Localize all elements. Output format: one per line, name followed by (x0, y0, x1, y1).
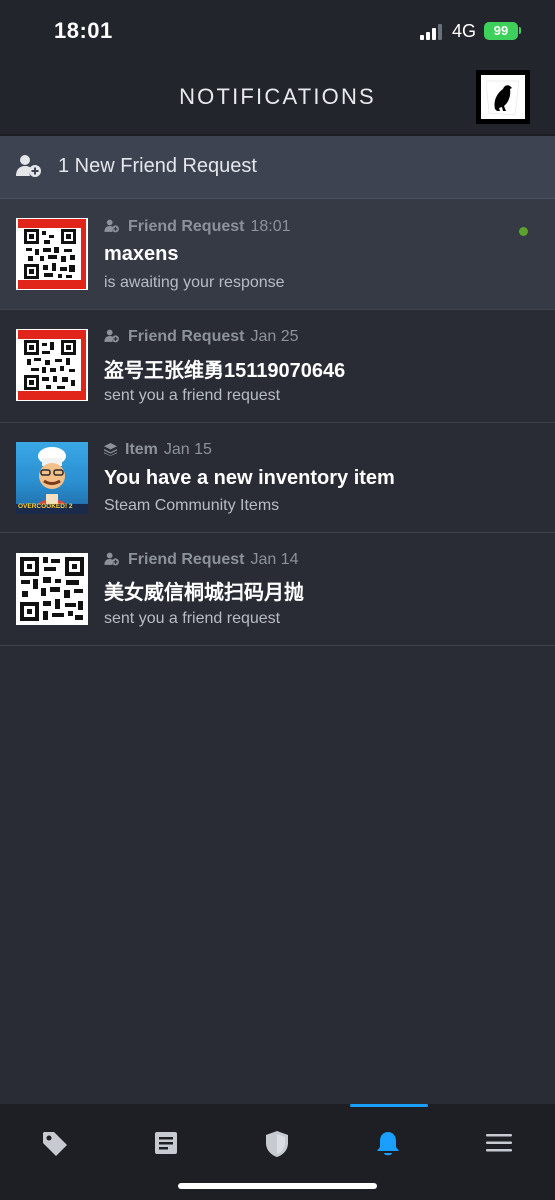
notification-type: Item (125, 441, 158, 458)
cellular-signal-icon (420, 24, 442, 40)
raven-avatar-icon (481, 75, 525, 119)
notification-title: 美女威信桐城扫码月抛 (104, 582, 304, 604)
friend-request-icon (104, 219, 119, 233)
app-header: NOTIFICATIONS (0, 62, 555, 136)
store-tag-icon (43, 1132, 67, 1156)
friend-request-icon (104, 329, 119, 343)
nav-menu[interactable] (444, 1120, 554, 1176)
notification-subtitle: Steam Community Items (104, 497, 280, 514)
notification-item[interactable]: Friend Request 18:01 maxens is awaiting y… (0, 199, 555, 310)
active-tab-indicator (350, 1104, 428, 1107)
notification-time: Jan 25 (250, 328, 299, 345)
battery-icon (519, 27, 521, 34)
nav-news[interactable] (111, 1120, 221, 1176)
nav-notifications[interactable] (333, 1120, 443, 1176)
notification-type: Friend Request (128, 328, 245, 345)
notification-subtitle: is awaiting your response (104, 274, 285, 291)
avatar[interactable] (476, 70, 530, 124)
battery-level: 99 (484, 22, 518, 40)
qr-code-icon (24, 340, 76, 390)
news-icon (155, 1132, 177, 1154)
notification-item[interactable]: Friend Request Jan 14 美女威信桐城扫码月抛 sent you… (0, 533, 555, 646)
notification-title: 盗号王张维勇15119070646 (104, 360, 346, 382)
notification-title: You have a new inventory item (104, 467, 395, 489)
friend-request-icon (104, 552, 119, 566)
add-friend-icon (16, 155, 41, 177)
notifications-bell-icon (377, 1132, 399, 1156)
qr-code-thumbnail (16, 553, 88, 625)
home-indicator (178, 1183, 377, 1189)
qr-code-thumbnail (16, 329, 88, 401)
menu-icon (486, 1134, 512, 1152)
steam-guard-shield-icon (266, 1131, 288, 1157)
notification-meta: Friend Request Jan 25 (104, 328, 299, 346)
qr-code-icon (20, 557, 84, 621)
friend-request-summary[interactable]: 1 New Friend Request (0, 136, 555, 199)
status-bar: 18:01 4G 99 (0, 0, 555, 62)
notification-title: maxens (104, 243, 179, 265)
item-stack-icon (104, 443, 117, 456)
notification-time: Jan 14 (250, 551, 299, 568)
unread-indicator (519, 227, 528, 236)
qr-code-icon (24, 229, 76, 279)
game-logo-text: OVERCOOKED! 2 (18, 503, 73, 510)
notification-subtitle: sent you a friend request (104, 387, 281, 404)
notification-meta: Friend Request 18:01 (104, 218, 291, 236)
notification-type: Friend Request (128, 551, 245, 568)
status-time: 18:01 (54, 18, 113, 43)
notification-item[interactable]: OVERCOOKED! 2 Item Jan 15 You have a new … (0, 423, 555, 533)
nav-store[interactable] (0, 1120, 110, 1176)
network-type: 4G (452, 21, 477, 41)
notification-subtitle: sent you a friend request (104, 610, 281, 627)
summary-text: 1 New Friend Request (58, 155, 257, 177)
qr-code-thumbnail (16, 218, 88, 290)
notification-meta: Friend Request Jan 14 (104, 551, 299, 569)
notification-type: Friend Request (128, 218, 245, 235)
notification-time: Jan 15 (163, 441, 212, 458)
notification-meta: Item Jan 15 (104, 441, 212, 459)
page-title: NOTIFICATIONS (179, 84, 376, 109)
inventory-item-thumbnail: OVERCOOKED! 2 (16, 442, 88, 514)
nav-steam-guard[interactable] (222, 1120, 332, 1176)
notification-time: 18:01 (250, 218, 291, 235)
notification-item[interactable]: Friend Request Jan 25 盗号王张维勇15119070646 s… (0, 310, 555, 423)
